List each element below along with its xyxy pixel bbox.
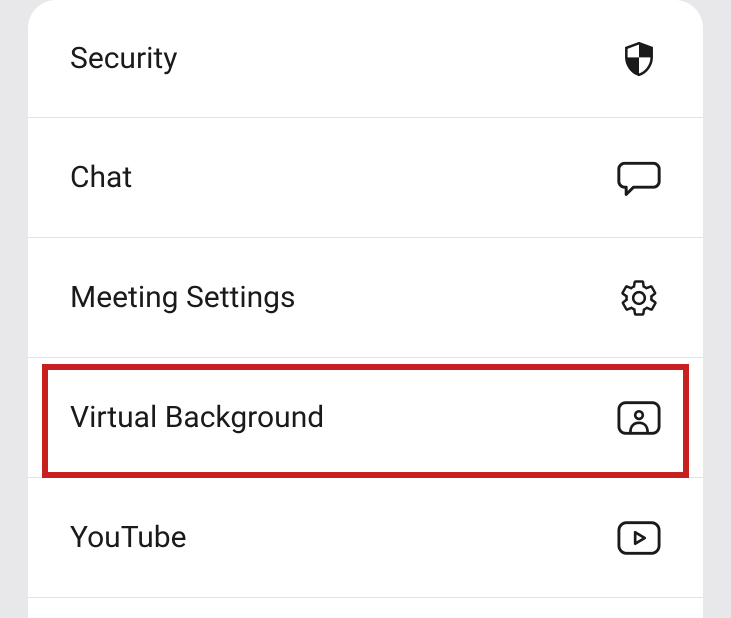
chat-icon: [617, 156, 661, 200]
menu-item-chat[interactable]: Chat: [28, 118, 703, 238]
menu-item-label: Virtual Background: [70, 400, 324, 435]
virtual-background-icon: [617, 396, 661, 440]
menu-item-label: Meeting Settings: [70, 280, 296, 315]
gear-icon: [617, 276, 661, 320]
menu-item-meeting-settings[interactable]: Meeting Settings: [28, 238, 703, 358]
menu-item-youtube[interactable]: YouTube: [28, 478, 703, 598]
shield-icon: [617, 37, 661, 81]
settings-panel: Security Chat: [28, 0, 703, 618]
menu-item-security[interactable]: Security: [28, 0, 703, 118]
menu-item-virtual-background[interactable]: Virtual Background: [28, 358, 703, 478]
menu-item-label: YouTube: [70, 520, 187, 555]
menu-item-label: Security: [70, 41, 177, 76]
youtube-icon: [617, 516, 661, 560]
menu-item-label: Chat: [70, 160, 132, 195]
